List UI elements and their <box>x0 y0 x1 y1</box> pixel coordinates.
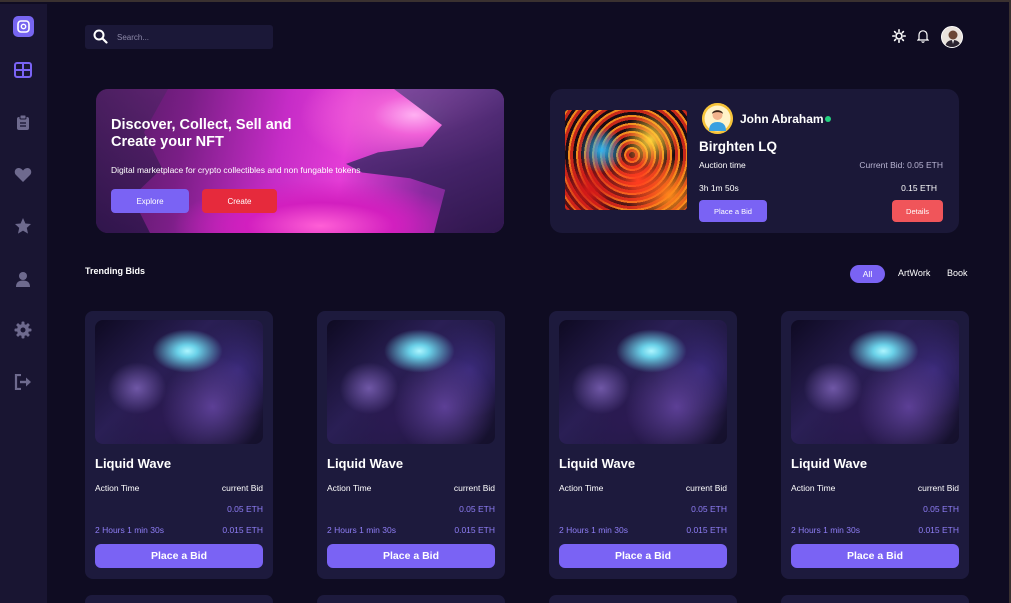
online-status-indicator <box>825 116 831 122</box>
current-bid-label: current Bid <box>453 483 495 493</box>
current-bid-value: 0.05 ETH <box>691 504 727 514</box>
filter-artwork-tab[interactable]: ArtWork <box>898 268 930 278</box>
logo-icon <box>17 20 30 33</box>
explore-button[interactable]: Explore <box>111 189 189 213</box>
grid-icon <box>14 62 32 78</box>
gear-icon <box>14 321 32 339</box>
bid-card-title: Liquid Wave <box>327 456 404 471</box>
action-time-value: 2 Hours 1 min 30s <box>95 525 164 535</box>
app-window: Discover, Collect, Sell and Create your … <box>0 0 1011 603</box>
bid-card: Liquid Wave Action Time current Bid 0.05… <box>781 311 969 579</box>
current-bid-label: current Bid <box>685 483 727 493</box>
bid-card-title: Liquid Wave <box>559 456 636 471</box>
min-bid-value: 0.015 ETH <box>454 525 495 535</box>
bid-card-title: Liquid Wave <box>95 456 172 471</box>
featured-details-button[interactable]: Details <box>892 200 943 222</box>
owner-name[interactable]: John Abraham <box>740 112 824 126</box>
current-bid-value: 0.05 ETH <box>459 504 495 514</box>
theme-toggle-button[interactable] <box>891 28 907 44</box>
create-button[interactable]: Create <box>202 189 277 213</box>
hero-subtitle: Digital marketplace for crypto collectib… <box>111 165 361 175</box>
current-bid-label: Current Bid: 0.05 ETH <box>859 160 943 170</box>
search-bar <box>85 25 273 49</box>
bid-card: Liquid Wave Action Time current Bid 0.05… <box>85 311 273 579</box>
action-time-label: Action Time <box>95 483 140 493</box>
sidebar-item-logout[interactable] <box>13 372 33 392</box>
bid-card-image[interactable] <box>327 320 495 444</box>
bid-card-partial <box>85 595 273 603</box>
bid-card-image[interactable] <box>791 320 959 444</box>
trending-bids-title: Trending Bids <box>85 266 146 276</box>
avatar-image <box>942 27 962 47</box>
sidebar-item-favorites[interactable] <box>13 165 33 185</box>
bid-card-image[interactable] <box>559 320 727 444</box>
action-time-label: Action Time <box>559 483 604 493</box>
bid-amount-value: 0.15 ETH <box>901 183 937 193</box>
sidebar-item-profile[interactable] <box>13 269 33 289</box>
place-bid-button[interactable]: Place a Bid <box>327 544 495 568</box>
hero-artwork <box>346 89 504 233</box>
sidebar-item-settings[interactable] <box>13 320 33 340</box>
search-input[interactable] <box>117 28 267 46</box>
filter-all-button[interactable]: All <box>850 265 885 283</box>
auction-time-label: Auction time <box>699 160 746 170</box>
action-time-value: 2 Hours 1 min 30s <box>327 525 396 535</box>
search-icon[interactable] <box>93 29 108 49</box>
hero-title: Discover, Collect, Sell and Create your … <box>111 117 292 150</box>
bell-icon <box>917 30 929 43</box>
owner-avatar[interactable] <box>702 103 733 134</box>
filter-book-tab[interactable]: Book <box>947 268 968 278</box>
bid-card-partial <box>317 595 505 603</box>
sidebar-item-dashboard[interactable] <box>13 60 33 80</box>
sun-icon <box>892 29 906 43</box>
featured-artwork-image[interactable] <box>565 110 687 210</box>
bid-card-image[interactable] <box>95 320 263 444</box>
user-icon <box>16 271 30 287</box>
bid-card-partial <box>549 595 737 603</box>
current-bid-label: current Bid <box>917 483 959 493</box>
action-time-label: Action Time <box>327 483 372 493</box>
user-avatar[interactable] <box>941 26 963 48</box>
place-bid-button[interactable]: Place a Bid <box>559 544 727 568</box>
bid-card-title: Liquid Wave <box>791 456 868 471</box>
action-time-label: Action Time <box>791 483 836 493</box>
current-bid-label: current Bid <box>221 483 263 493</box>
featured-place-bid-button[interactable]: Place a Bid <box>699 200 767 222</box>
min-bid-value: 0.015 ETH <box>918 525 959 535</box>
featured-title: Birghten LQ <box>699 139 777 154</box>
auction-time-value: 3h 1m 50s <box>699 183 739 193</box>
featured-auction-card: John Abraham Birghten LQ Auction time Cu… <box>550 89 959 233</box>
bid-card: Liquid Wave Action Time current Bid 0.05… <box>549 311 737 579</box>
current-bid-value: 0.05 ETH <box>923 504 959 514</box>
hero-banner: Discover, Collect, Sell and Create your … <box>96 89 504 233</box>
min-bid-value: 0.015 ETH <box>222 525 263 535</box>
app-logo[interactable] <box>13 16 34 37</box>
place-bid-button[interactable]: Place a Bid <box>791 544 959 568</box>
sidebar-item-collection[interactable] <box>13 216 33 236</box>
min-bid-value: 0.015 ETH <box>686 525 727 535</box>
logout-icon <box>14 374 31 390</box>
heart-icon <box>14 168 32 182</box>
sidebar-item-bids[interactable] <box>13 112 33 132</box>
bid-card-partial <box>781 595 969 603</box>
bid-card: Liquid Wave Action Time current Bid 0.05… <box>317 311 505 579</box>
notifications-button[interactable] <box>915 28 931 44</box>
action-time-value: 2 Hours 1 min 30s <box>559 525 628 535</box>
sidebar <box>0 4 47 603</box>
place-bid-button[interactable]: Place a Bid <box>95 544 263 568</box>
owner-avatar-image <box>702 103 733 134</box>
clipboard-icon <box>17 114 29 130</box>
action-time-value: 2 Hours 1 min 30s <box>791 525 860 535</box>
current-bid-value: 0.05 ETH <box>227 504 263 514</box>
star-icon <box>15 218 31 234</box>
